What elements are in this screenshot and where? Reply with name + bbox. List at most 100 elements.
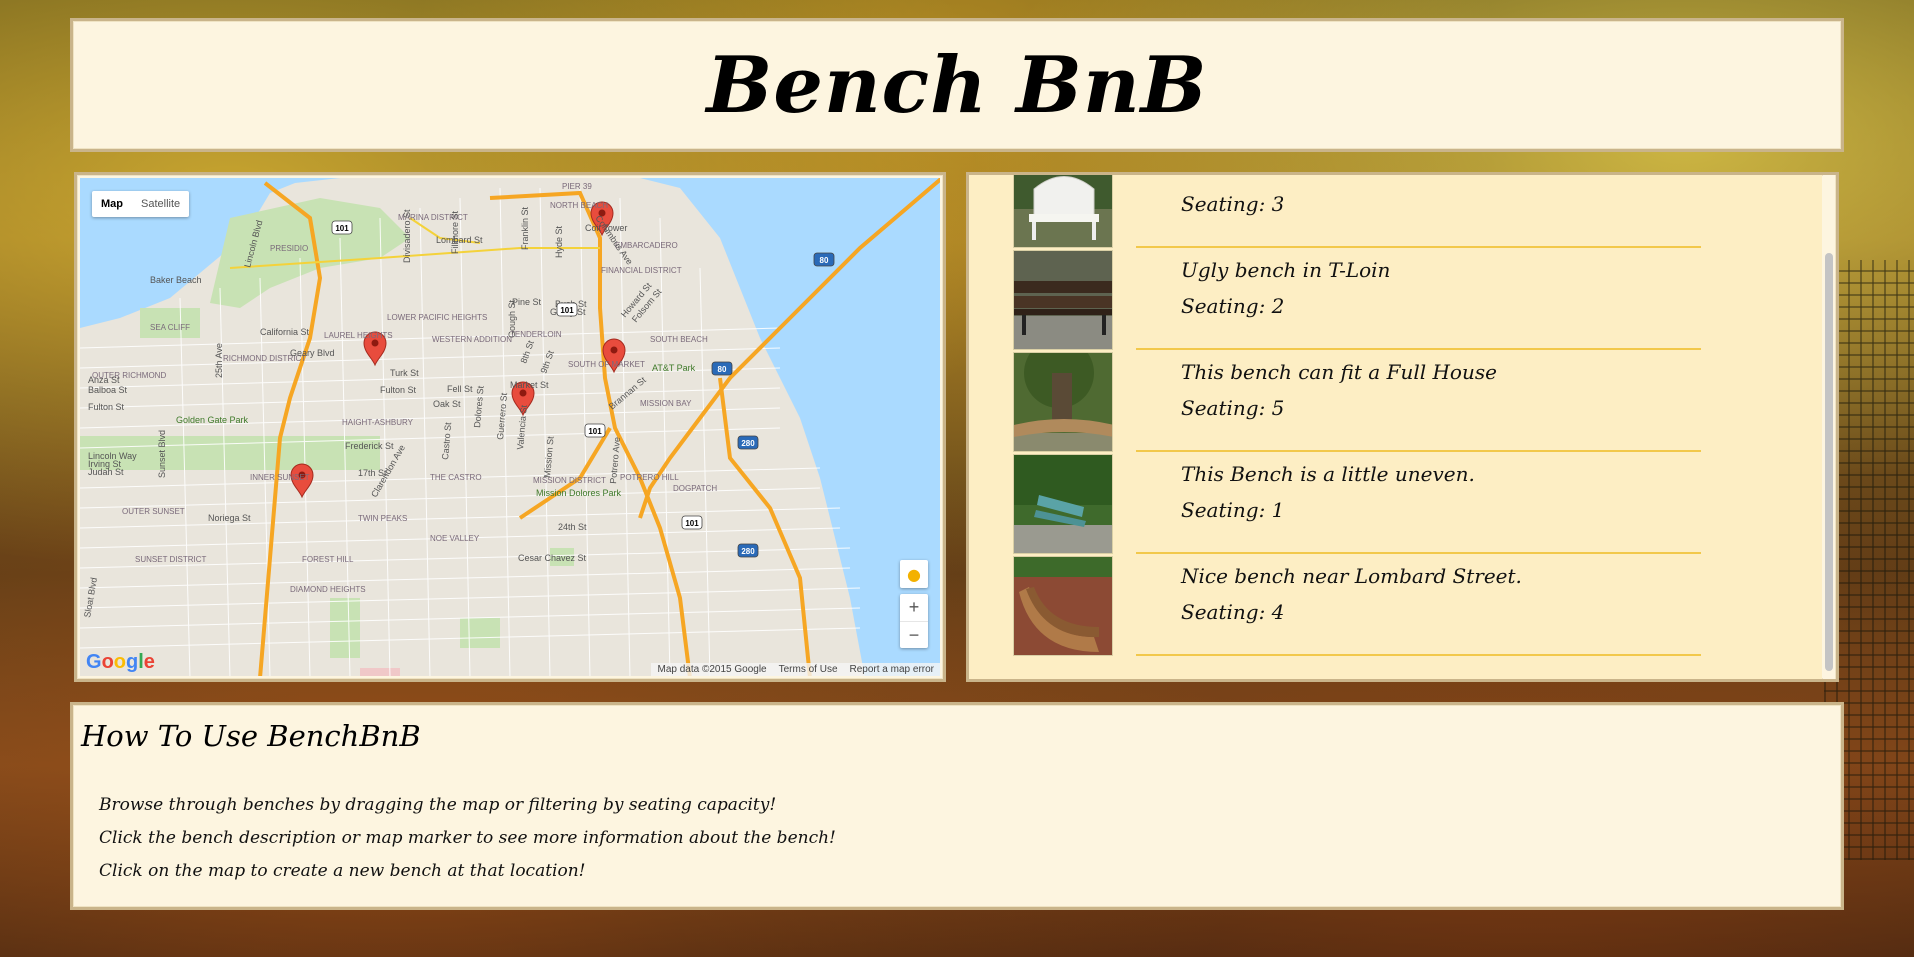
map-canvas[interactable]: PIER 39NORTH BEACHMARINA DISTRICTCoit To… <box>80 178 940 676</box>
map-place-label: Mission Dolores Park <box>536 488 622 498</box>
svg-text:80: 80 <box>820 256 829 265</box>
google-logo[interactable]: Google <box>86 651 155 674</box>
highway-shield: 280 <box>737 543 759 558</box>
highway-shield: 80 <box>711 361 733 376</box>
bench-seating: Seating: 1 <box>1181 498 1285 522</box>
highway-shield: 101 <box>681 515 703 530</box>
highway-shield: 80 <box>813 252 835 267</box>
map-place-label: Frederick St <box>345 441 394 451</box>
hospital-area <box>360 668 400 676</box>
bench-title: This bench can fit a Full House <box>1181 360 1497 384</box>
map-place-label: Divisadero St <box>402 209 412 263</box>
list-item[interactable]: Seating: 3 <box>1013 175 1703 250</box>
bench-seating: Seating: 3 <box>1181 192 1285 216</box>
list-item[interactable]: This Bench is a little uneven. Seating: … <box>1013 454 1703 556</box>
how-to-line: Browse through benches by dragging the m… <box>99 795 777 815</box>
bench-list[interactable]: Seating: 3 Ugly bench in T-Loin Seating:… <box>969 175 1822 679</box>
bench-title: This Bench is a little uneven. <box>1181 462 1475 486</box>
map-place-label: Cesar Chavez St <box>518 553 587 563</box>
bench-thumbnail[interactable] <box>1013 352 1113 452</box>
bench-thumbnail[interactable] <box>1013 556 1113 656</box>
map-footer: Map data ©2015 Google Terms of Use Repor… <box>651 663 940 676</box>
bench-thumbnail[interactable] <box>1013 454 1113 554</box>
park-forest <box>330 598 360 658</box>
map-place-label: Balboa St <box>88 385 128 395</box>
map-place-label: HAIGHT-ASHBURY <box>342 418 414 427</box>
highway-shield: 101 <box>331 220 353 235</box>
bench-thumbnail[interactable] <box>1013 250 1113 350</box>
list-scrollbar[interactable] <box>1823 175 1835 679</box>
header: Bench BnB <box>70 18 1844 152</box>
zoom-out-button[interactable]: − <box>900 621 928 648</box>
map-place-label: Anza St <box>88 375 120 385</box>
map-attribution: Map data ©2015 Google <box>657 664 767 675</box>
svg-text:80: 80 <box>718 365 727 374</box>
map-type-satellite-button[interactable]: Satellite <box>132 191 189 217</box>
list-item[interactable]: Ugly bench in T-Loin Seating: 2 <box>1013 250 1703 352</box>
map-place-label: Market St <box>510 380 549 390</box>
how-to-line: Click on the map to create a new bench a… <box>99 861 586 881</box>
map-place-label: WESTERN ADDITION <box>432 335 512 344</box>
svg-text:101: 101 <box>560 306 574 315</box>
bench-list-panel: Seating: 3 Ugly bench in T-Loin Seating:… <box>966 172 1839 682</box>
svg-text:101: 101 <box>335 224 349 233</box>
map[interactable]: PIER 39 NORTH BEACH MARINA DISTRICT Coit To… <box>80 178 940 676</box>
map-place-label: NOE VALLEY <box>430 534 480 543</box>
map-place-label: AT&T Park <box>652 363 696 373</box>
map-place-label: Fulton St <box>380 385 417 395</box>
map-place-label: SEA CLIFF <box>150 323 190 332</box>
bench-seating: Seating: 5 <box>1181 396 1285 420</box>
bench-info[interactable]: This Bench is a little uneven. Seating: … <box>1136 454 1701 554</box>
map-place-label: FINANCIAL DISTRICT <box>601 266 682 275</box>
bench-info[interactable]: Ugly bench in T-Loin Seating: 2 <box>1136 250 1701 350</box>
bench-info[interactable]: This bench can fit a Full House Seating:… <box>1136 352 1701 452</box>
list-item[interactable]: This bench can fit a Full House Seating:… <box>1013 352 1703 454</box>
bench-info[interactable]: Seating: 3 <box>1136 175 1701 248</box>
bench-photo-curved-brick <box>1014 557 1112 655</box>
highway-shield: 101 <box>584 423 606 438</box>
map-place-label: INNER SUNSET <box>250 473 310 482</box>
list-item[interactable]: Nice bench near Lombard Street. Seating:… <box>1013 556 1703 658</box>
park-diamond <box>460 618 500 648</box>
map-place-label: LAUREL HEIGHTS <box>324 331 393 340</box>
map-place-label: SOUTH OF MARKET <box>568 360 645 369</box>
map-place-label: Irving St <box>88 459 122 469</box>
svg-text:101: 101 <box>685 519 699 528</box>
bench-thumbnail[interactable] <box>1013 175 1113 248</box>
scrollbar-thumb[interactable] <box>1825 253 1833 671</box>
bench-seating: Seating: 4 <box>1181 600 1285 624</box>
svg-text:101: 101 <box>588 427 602 436</box>
terms-link[interactable]: Terms of Use <box>779 664 838 675</box>
map-place-label: Fulton St <box>88 402 125 412</box>
map-place-label: Fell St <box>447 384 473 394</box>
map-place-label: 25th Ave <box>214 343 224 378</box>
report-error-link[interactable]: Report a map error <box>850 664 934 675</box>
map-panel: PIER 39 NORTH BEACH MARINA DISTRICT Coit To… <box>74 172 946 682</box>
map-type-map-button[interactable]: Map <box>92 191 132 217</box>
map-place-label: Gough St <box>507 299 517 338</box>
map-place-label: OUTER SUNSET <box>122 507 185 516</box>
bench-photo-white-iron <box>1014 175 1112 247</box>
map-place-label: 24th St <box>558 522 587 532</box>
pegman-icon[interactable]: ● <box>900 560 928 588</box>
bench-photo-dark-wood <box>1014 251 1112 349</box>
map-place-label: Golden Gate Park <box>176 415 249 425</box>
how-to-heading: How To Use BenchBnB <box>81 719 421 753</box>
highway-shield: 280 <box>737 435 759 450</box>
map-place-label: Oak St <box>433 399 461 409</box>
map-place-label: Geary Blvd <box>290 348 335 358</box>
bench-seating: Seating: 2 <box>1181 294 1285 318</box>
map-place-label: TENDERLOIN <box>510 330 562 339</box>
map-place-label: PIER 39 <box>562 182 592 191</box>
map-place-label: Hyde St <box>554 225 564 258</box>
bench-info[interactable]: Nice bench near Lombard Street. Seating:… <box>1136 556 1701 656</box>
map-place-label: Sunset Blvd <box>157 430 167 478</box>
page-title: Bench BnB <box>706 39 1208 131</box>
map-type-control: Map Satellite <box>92 191 190 217</box>
map-place-label: NORTH BEACH <box>550 201 608 210</box>
map-place-label: SUNSET DISTRICT <box>135 555 207 564</box>
svg-text:280: 280 <box>741 547 755 556</box>
zoom-in-button[interactable]: + <box>900 594 928 621</box>
map-place-label: Turk St <box>390 368 419 378</box>
map-place-label: SOUTH BEACH <box>650 335 708 344</box>
